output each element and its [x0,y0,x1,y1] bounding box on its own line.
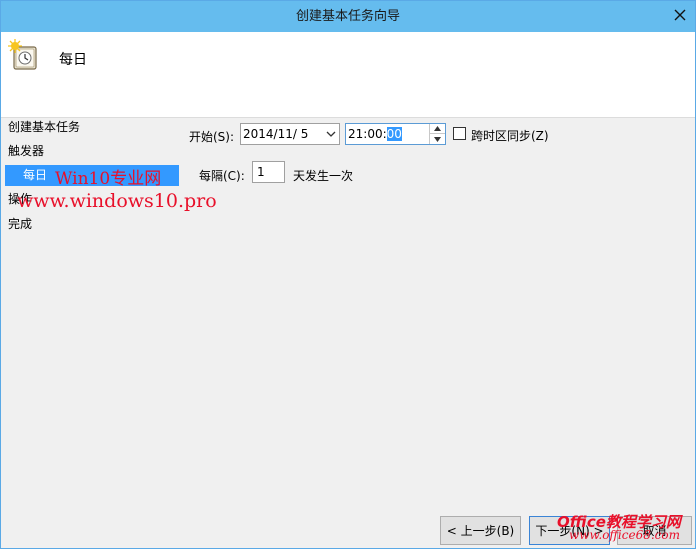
watermark-win10-title: Win10专业网 [55,169,162,189]
start-time-value: 21:00:00 [348,127,402,141]
arrow-up-icon [434,126,441,131]
window-title: 创建基本任务向导 [295,9,400,24]
close-icon [674,9,686,21]
wizard-window: 创建基本任务向导 每日 创建基本任务 触发器 每日 操作 完成 Win10专业网… [0,0,696,549]
title-bar[interactable]: 创建基本任务向导 [1,1,695,32]
close-button[interactable] [669,5,691,25]
watermark-office-url: www.office68.com [569,528,680,542]
interval-suffix: 天发生一次 [293,169,354,183]
interval-label: 每隔(C): [199,169,245,183]
page-title: 每日 [59,52,87,68]
chevron-down-icon[interactable] [326,128,336,140]
back-button[interactable]: < 上一步(B) [440,516,521,545]
start-time-input[interactable]: 21:00:00 [345,123,446,145]
step-finish[interactable]: 完成 [8,215,32,232]
spin-up-button[interactable] [430,124,445,134]
spin-down-button[interactable] [430,134,445,144]
sync-timezone-checkbox[interactable] [453,127,466,140]
arrow-down-icon [434,136,441,142]
step-trigger[interactable]: 触发器 [8,142,44,159]
interval-input[interactable]: 1 [252,161,285,183]
scheduled-task-icon [8,39,37,70]
sync-timezone-label[interactable]: 跨时区同步(Z) [471,127,549,144]
watermark-win10-url: www.windows10.pro [17,190,217,212]
interval-value: 1 [257,165,265,179]
start-date-value: 2014/11/ 5 [243,127,309,141]
wizard-header: 每日 [1,32,695,118]
time-spinner[interactable] [429,124,445,144]
step-create-basic-task[interactable]: 创建基本任务 [8,118,80,135]
time-hours-minutes: 21:00: [348,127,387,141]
start-date-picker[interactable]: 2014/11/ 5 [240,123,340,145]
start-label: 开始(S): [189,130,235,144]
time-seconds-selected: 00 [386,127,402,141]
